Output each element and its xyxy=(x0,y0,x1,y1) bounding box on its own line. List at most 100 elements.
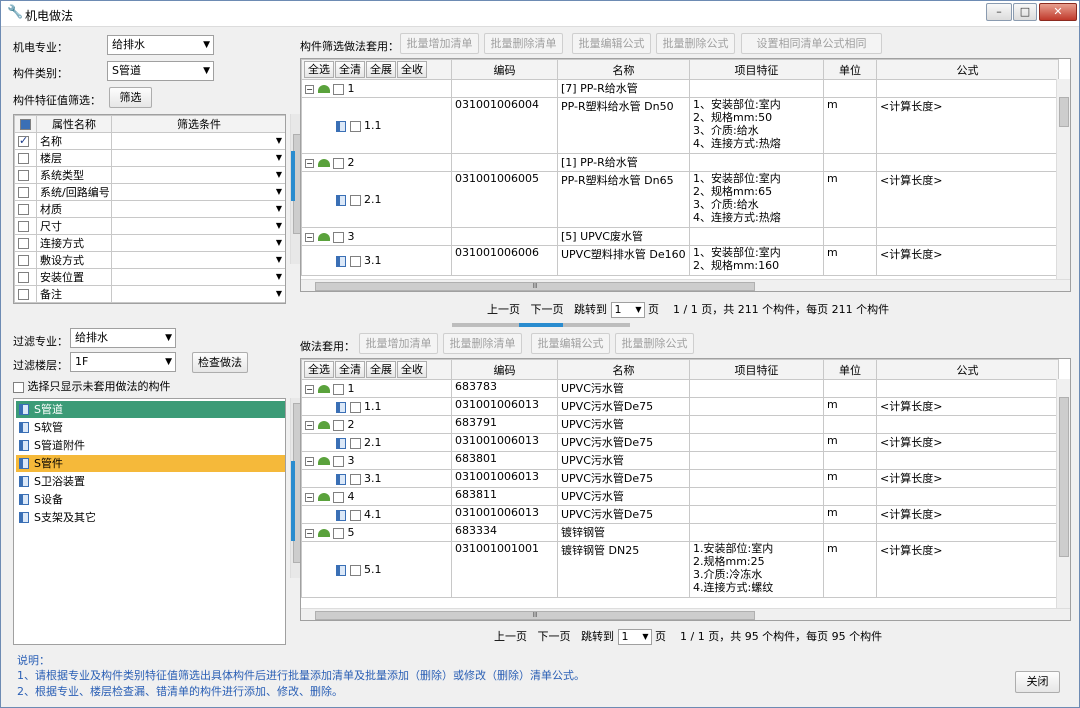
row-checkbox[interactable] xyxy=(333,231,344,243)
attr-condition-dropdown[interactable] xyxy=(111,217,285,235)
row-index-cell[interactable]: 1.1 xyxy=(301,397,452,416)
bottom-select-all[interactable]: 全选 xyxy=(304,361,334,378)
list-row[interactable]: 1.1 031001006013 UPVC污水管De75 m <计算长度> xyxy=(301,397,1059,416)
attr-checkbox[interactable] xyxy=(18,134,29,147)
row-formula[interactable] xyxy=(876,379,1059,398)
attr-checkbox-cell[interactable] xyxy=(14,285,37,303)
top-clear-all[interactable]: 全清 xyxy=(335,61,365,78)
major-select[interactable]: 给排水 ▼ xyxy=(107,35,214,55)
category-select[interactable]: S管道 ▼ xyxy=(107,61,214,81)
attr-checkbox[interactable] xyxy=(18,170,29,181)
attr-checkbox[interactable] xyxy=(18,204,29,215)
row-checkbox[interactable] xyxy=(333,157,344,169)
top-batch-delete-formula-button[interactable]: 批量删除公式 xyxy=(656,33,735,54)
top-select-all[interactable]: 全选 xyxy=(304,61,334,78)
tree-item[interactable]: S支架及其它 xyxy=(16,509,285,526)
row-index-cell[interactable]: 3.1 xyxy=(301,245,452,276)
attr-checkbox[interactable] xyxy=(18,255,29,266)
row-checkbox[interactable] xyxy=(333,527,344,539)
attr-checkbox[interactable] xyxy=(18,289,29,300)
row-checkbox[interactable] xyxy=(349,473,361,485)
attr-condition-dropdown[interactable] xyxy=(111,132,285,150)
horizontal-splitter-grip[interactable] xyxy=(519,323,563,327)
attr-checkbox-cell[interactable] xyxy=(14,268,37,286)
vertical-splitter-handle[interactable] xyxy=(291,151,295,201)
list-row[interactable]: 5.1 031001001001 镀锌钢管 DN25 1.安装部位:室内 2.规格mm:… xyxy=(301,541,1059,598)
list-row[interactable]: 3.1 031001006006 UPVC塑料排水管 De160 1、安装部位:室内 2… xyxy=(301,245,1059,276)
collapse-icon[interactable]: − xyxy=(305,158,314,168)
row-formula[interactable] xyxy=(876,227,1059,246)
list-row[interactable]: 2.1 031001006005 PP-R塑料给水管 Dn65 1、安装部位:室内 2、… xyxy=(301,171,1059,228)
attr-checkbox-cell[interactable] xyxy=(14,149,37,167)
row-index-cell[interactable]: − 1 xyxy=(301,379,452,398)
row-checkbox[interactable] xyxy=(349,194,361,206)
row-index-cell[interactable]: − 5 xyxy=(301,523,452,542)
collapse-icon[interactable]: − xyxy=(305,492,314,502)
row-formula[interactable]: <计算长度> xyxy=(876,171,1059,228)
top-next-page[interactable]: 下一页 xyxy=(531,303,564,316)
attr-condition-dropdown[interactable] xyxy=(111,285,285,303)
row-formula[interactable] xyxy=(876,487,1059,506)
bottom-batch-edit-formula-button[interactable]: 批量编辑公式 xyxy=(531,333,610,354)
bottom-batch-add-list-button[interactable]: 批量增加清单 xyxy=(359,333,438,354)
attr-checkbox[interactable] xyxy=(18,187,29,198)
tree-item[interactable]: S设备 xyxy=(16,491,285,508)
attr-condition-dropdown[interactable] xyxy=(111,234,285,252)
collapse-icon[interactable]: − xyxy=(305,384,314,394)
vertical-splitter-handle-lower[interactable] xyxy=(291,461,295,541)
collapse-icon[interactable]: − xyxy=(305,232,314,242)
attr-checkbox[interactable] xyxy=(18,272,29,283)
attr-checkbox-cell[interactable] xyxy=(14,132,37,150)
collapse-icon[interactable]: − xyxy=(305,420,314,430)
attr-condition-dropdown[interactable] xyxy=(111,166,285,184)
list-row[interactable]: 3.1 031001006013 UPVC污水管De75 m <计算长度> xyxy=(301,469,1059,488)
close-button[interactable]: 关闭 xyxy=(1015,671,1060,693)
top-batch-add-list-button[interactable]: 批量增加清单 xyxy=(400,33,479,54)
attr-condition-dropdown[interactable] xyxy=(111,183,285,201)
attr-condition-dropdown[interactable] xyxy=(111,149,285,167)
attr-checkbox-cell[interactable] xyxy=(14,166,37,184)
bottom-grid-vscroll[interactable] xyxy=(1056,379,1070,608)
row-formula[interactable] xyxy=(876,451,1059,470)
group-row[interactable]: − 5 683334 镀锌钢管 xyxy=(301,523,1059,542)
collapse-icon[interactable]: − xyxy=(305,84,314,94)
top-page-select[interactable]: 1 xyxy=(610,302,645,318)
row-index-cell[interactable]: 3.1 xyxy=(301,469,452,488)
only-unused-checkbox-row[interactable]: 选择只显示未套用做法的构件 xyxy=(13,378,171,394)
attr-checkbox-cell[interactable] xyxy=(14,183,37,201)
top-expand-all[interactable]: 全展 xyxy=(366,61,396,78)
row-index-cell[interactable]: − 4 xyxy=(301,487,452,506)
row-checkbox[interactable] xyxy=(349,120,361,132)
top-grid-hscroll[interactable]: Ⅲ xyxy=(301,279,1070,291)
top-collapse-all[interactable]: 全收 xyxy=(397,61,427,78)
row-index-cell[interactable]: − 3 xyxy=(301,227,452,246)
top-batch-edit-formula-button[interactable]: 批量编辑公式 xyxy=(572,33,651,54)
group-row[interactable]: − 2 683791 UPVC污水管 xyxy=(301,415,1059,434)
select-all-checkbox[interactable] xyxy=(14,115,37,133)
bottom-expand-all[interactable]: 全展 xyxy=(366,361,396,378)
row-index-cell[interactable]: 5.1 xyxy=(301,541,452,598)
row-checkbox[interactable] xyxy=(333,455,344,467)
filter-major-select[interactable]: 给排水 ▼ xyxy=(70,328,176,348)
top-hscroll-thumb[interactable]: Ⅲ xyxy=(315,282,755,291)
bottom-page-select[interactable]: 1 xyxy=(617,629,652,645)
tree-item[interactable]: S管道 xyxy=(16,401,285,418)
row-checkbox[interactable] xyxy=(349,401,361,413)
maximize-button[interactable]: □ xyxy=(1013,3,1037,21)
attr-condition-dropdown[interactable] xyxy=(111,268,285,286)
top-batch-delete-list-button[interactable]: 批量删除清单 xyxy=(484,33,563,54)
bottom-clear-all[interactable]: 全清 xyxy=(335,361,365,378)
row-checkbox[interactable] xyxy=(333,419,344,431)
group-row[interactable]: − 4 683811 UPVC污水管 xyxy=(301,487,1059,506)
group-row[interactable]: − 2 [1] PP-R给水管 xyxy=(301,153,1059,172)
row-formula[interactable]: <计算长度> xyxy=(876,397,1059,416)
row-checkbox[interactable] xyxy=(333,383,344,395)
row-formula[interactable] xyxy=(876,415,1059,434)
attr-checkbox[interactable] xyxy=(18,221,29,232)
top-grid-vscroll[interactable] xyxy=(1056,79,1070,279)
row-formula[interactable]: <计算长度> xyxy=(876,541,1059,598)
attr-checkbox-cell[interactable] xyxy=(14,234,37,252)
bottom-batch-delete-formula-button[interactable]: 批量删除公式 xyxy=(615,333,694,354)
attr-checkbox[interactable] xyxy=(18,238,29,249)
row-formula[interactable]: <计算长度> xyxy=(876,505,1059,524)
